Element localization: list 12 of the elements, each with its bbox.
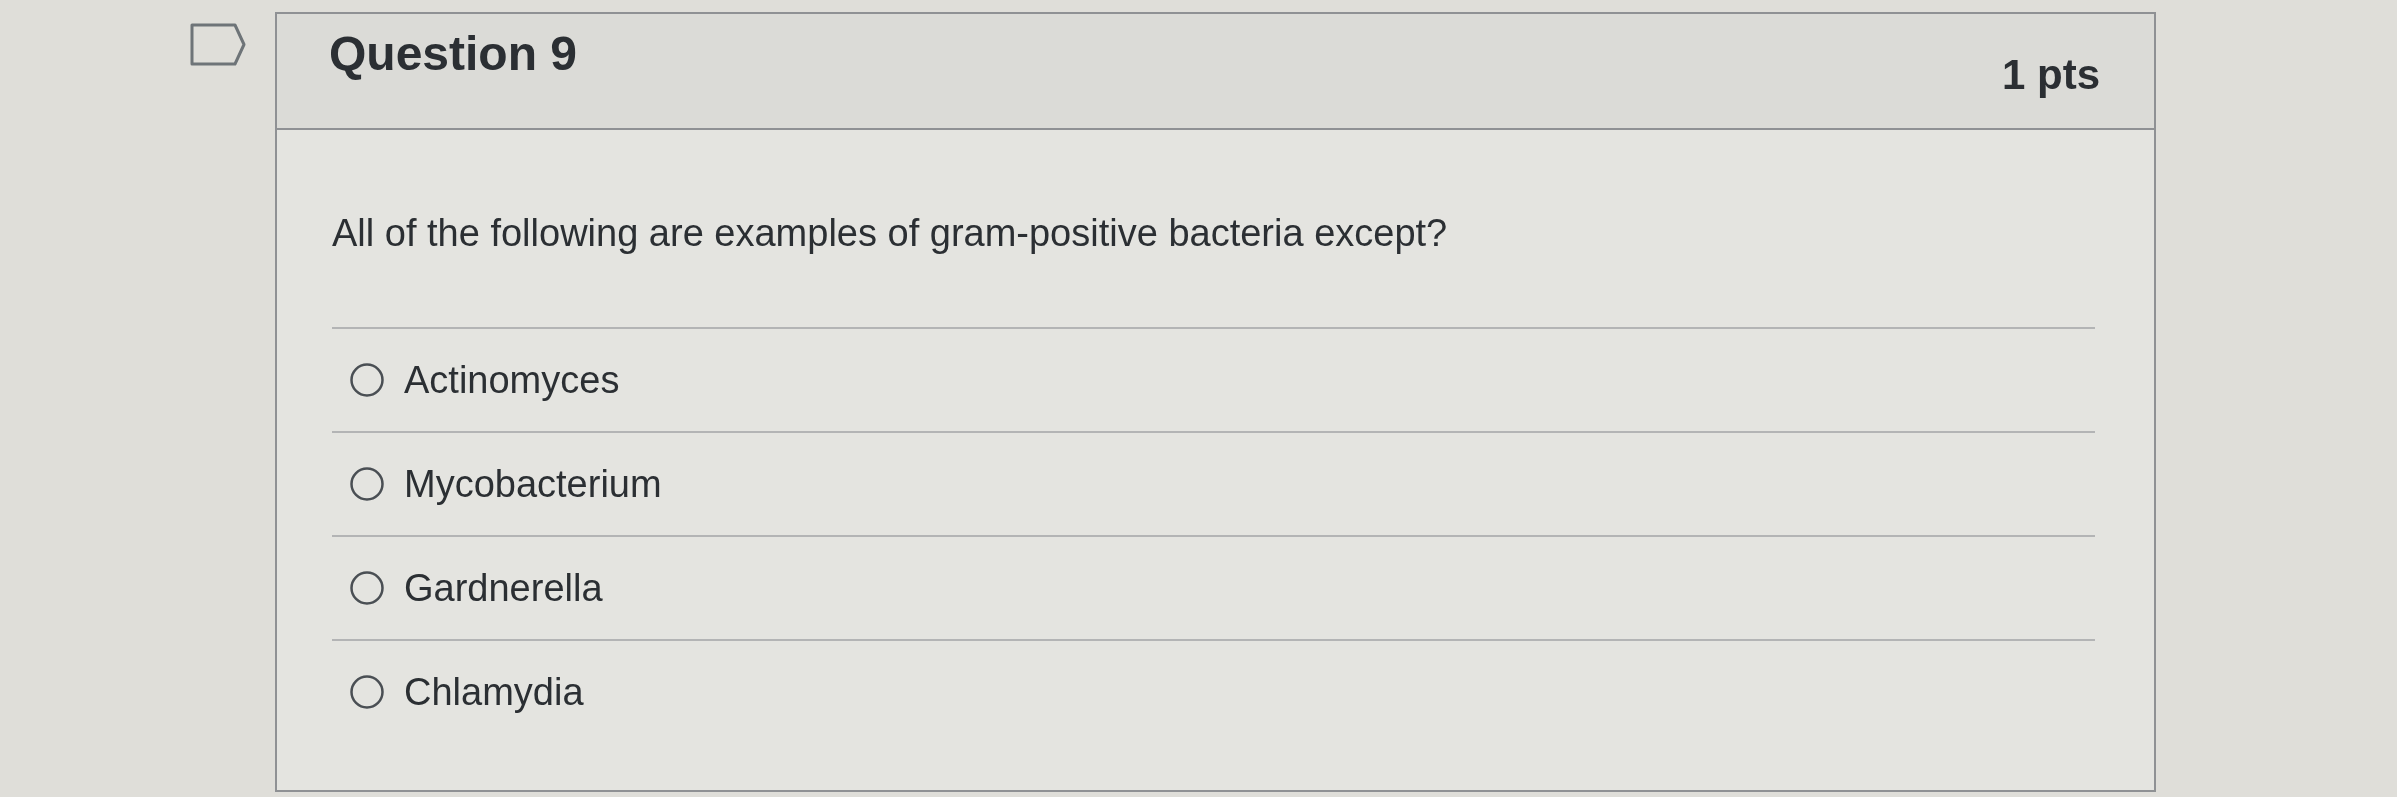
radio-button[interactable] xyxy=(350,571,384,605)
radio-button[interactable] xyxy=(350,675,384,709)
flag-icon[interactable] xyxy=(190,23,246,66)
answer-option[interactable]: Gardnerella xyxy=(404,565,603,611)
answer-option[interactable]: Actinomyces xyxy=(404,357,620,403)
answer-option[interactable]: Chlamydia xyxy=(404,669,584,715)
question-text: All of the following are examples of gram-positive bacteria except? xyxy=(332,211,1449,256)
radio-button[interactable] xyxy=(350,467,384,501)
radio-button[interactable] xyxy=(350,363,384,397)
answer-option[interactable]: Mycobacterium xyxy=(404,461,662,507)
question-title: Question 9 xyxy=(329,30,578,78)
points-label: 1 pts xyxy=(2001,54,2100,96)
